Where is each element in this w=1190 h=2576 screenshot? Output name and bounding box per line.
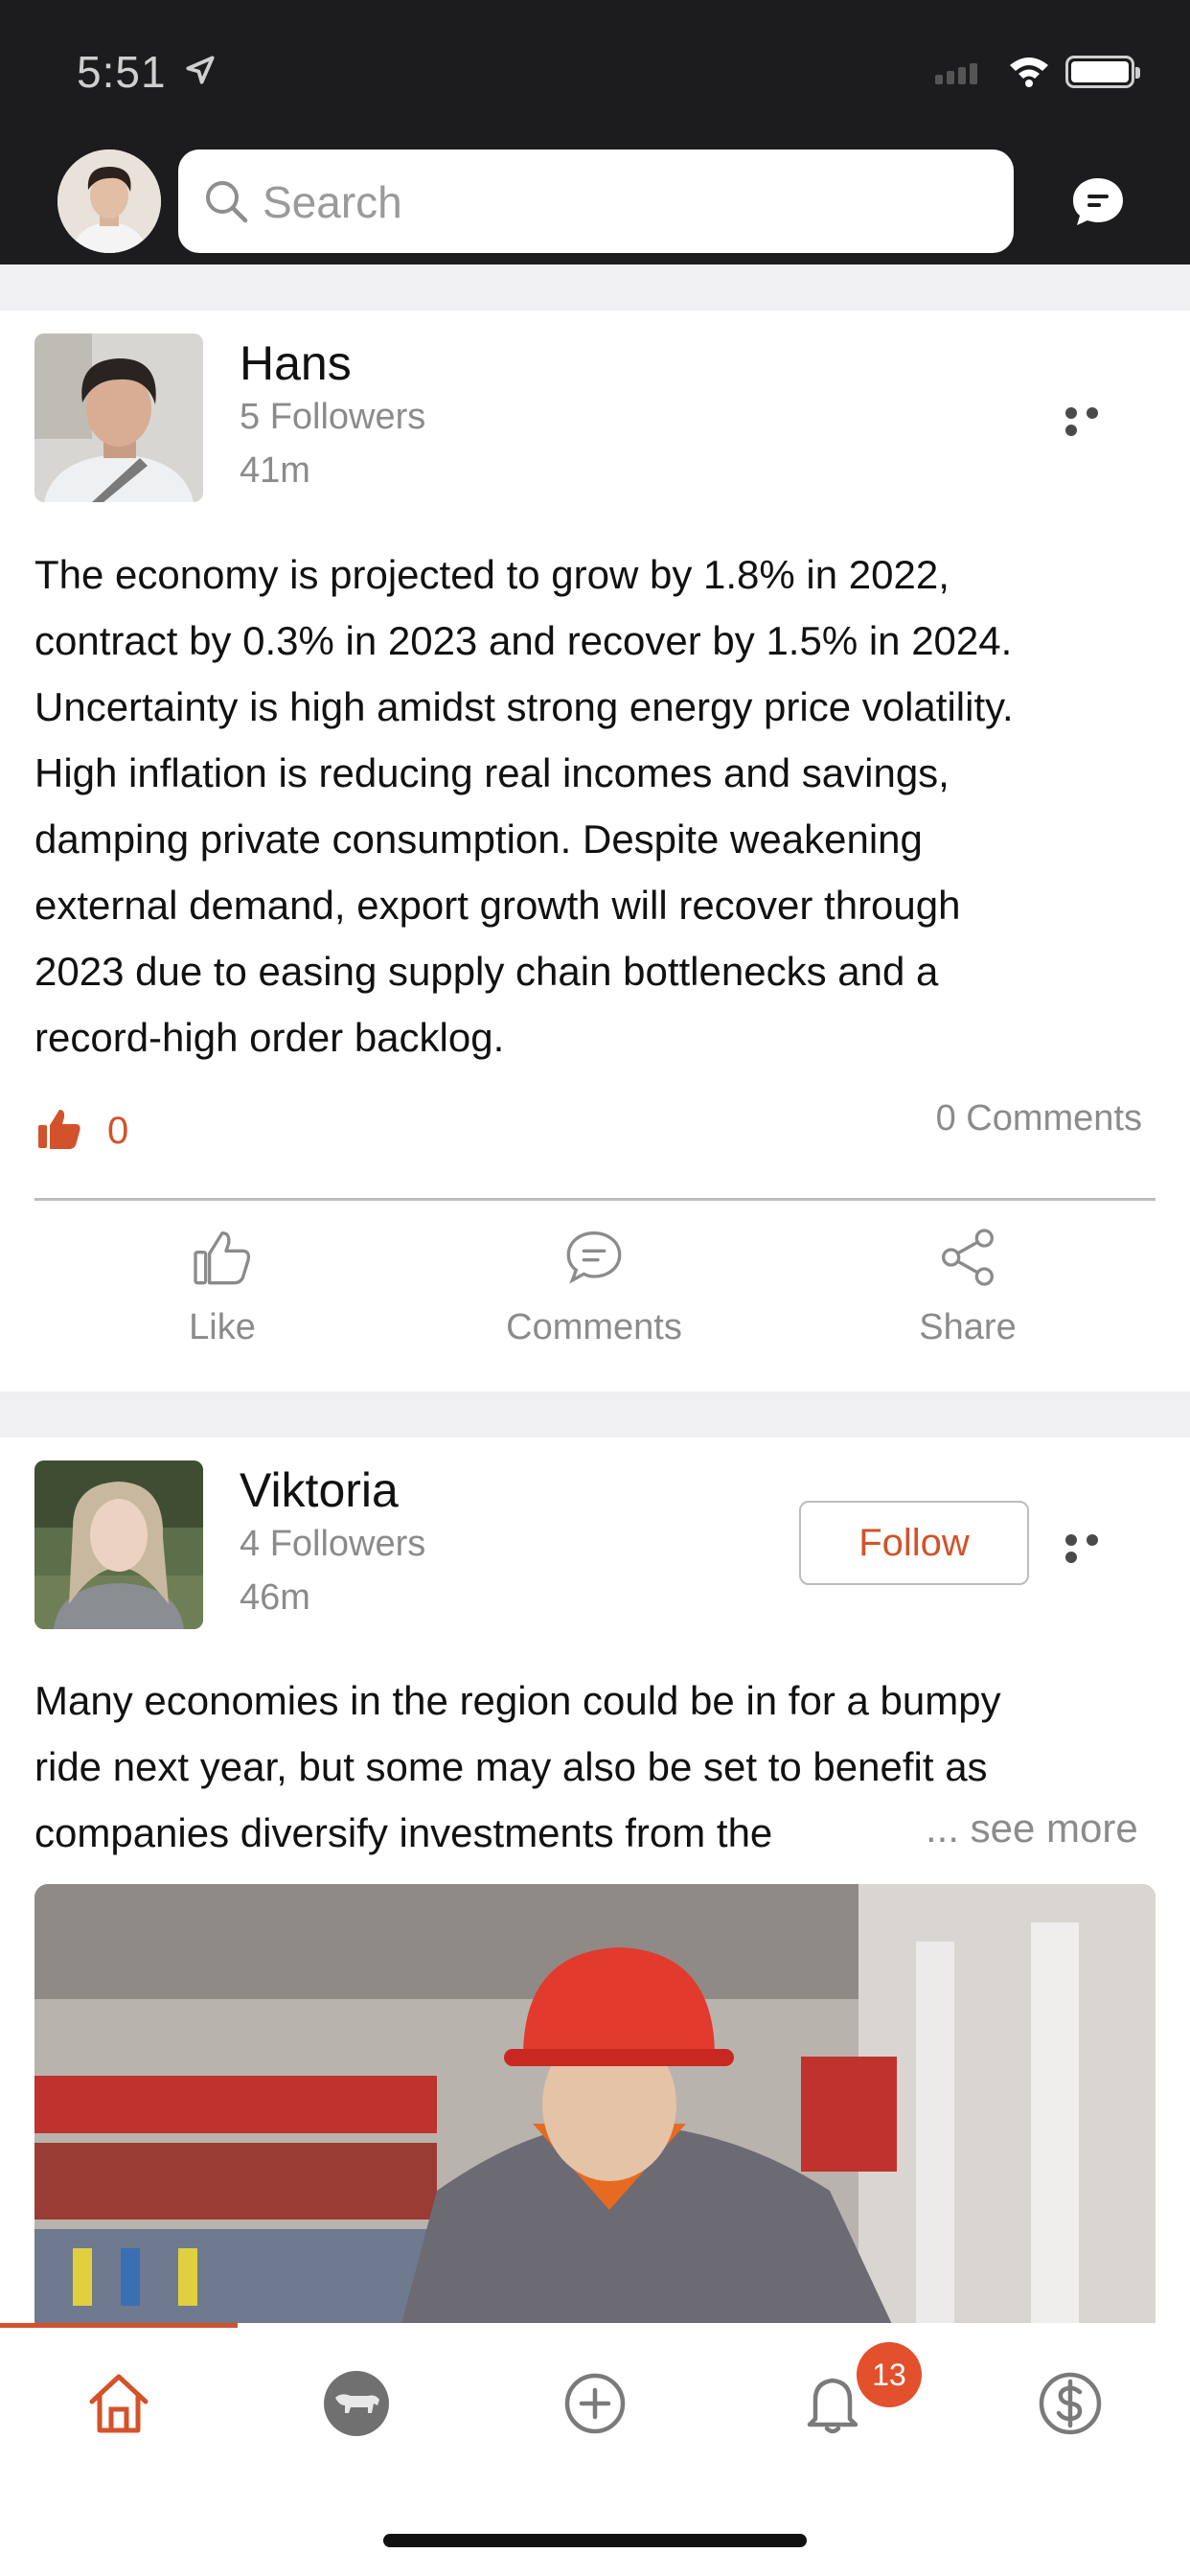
author-avatar[interactable] <box>34 334 203 502</box>
post-line: The economy is projected to grow by 1.8%… <box>34 552 950 597</box>
post-time: 46m <box>240 1577 310 1618</box>
post-time: 41m <box>240 450 310 491</box>
post-line: High inflation is reducing real incomes … <box>34 750 950 795</box>
post-body: The economy is projected to grow by 1.8%… <box>34 541 1161 1070</box>
bull-icon[interactable] <box>322 2369 391 2438</box>
followers-count: 5 Followers <box>240 397 426 437</box>
share-icon <box>942 1229 994 1286</box>
top-header: 5:51 Search <box>0 0 1190 264</box>
like-button[interactable]: Like <box>88 1227 356 1348</box>
post-line: external demand, export growth will reco… <box>34 883 961 928</box>
notification-badge: 13 <box>857 2342 922 2407</box>
like-label: Like <box>189 1307 256 1347</box>
like-count: 0 <box>107 1110 129 1152</box>
feed-separator <box>0 1392 1190 1438</box>
author-name[interactable]: Hans <box>240 335 352 391</box>
followers-count: 4 Followers <box>240 1524 426 1564</box>
search-icon <box>206 181 248 223</box>
status-time: 5:51 <box>77 47 167 97</box>
cellular-signal-icon <box>935 63 981 84</box>
comments-button[interactable]: Comments <box>460 1227 728 1348</box>
post-image[interactable] <box>34 1884 1156 2334</box>
author-avatar[interactable] <box>34 1460 203 1629</box>
search-placeholder: Search <box>263 177 402 227</box>
post-line: Uncertainty is high amidst strong energy… <box>34 684 1014 729</box>
home-indicator <box>383 2534 807 2547</box>
battery-icon <box>1065 56 1140 88</box>
feed-separator <box>0 264 1190 310</box>
post-line: Many economies in the region could be in… <box>34 1678 1001 1723</box>
post-line: damping private consumption. Despite wea… <box>34 816 923 862</box>
thumbs-up-filled-icon <box>38 1110 80 1149</box>
location-arrow-icon <box>186 56 215 84</box>
chat-bubble-icon[interactable] <box>1069 172 1127 230</box>
thumbs-up-icon <box>194 1231 251 1285</box>
share-label: Share <box>919 1307 1017 1347</box>
post-line: 2023 due to easing supply chain bottlene… <box>34 949 939 994</box>
comments-label: Comments <box>506 1307 682 1347</box>
post-line: contract by 0.3% in 2023 and recover by … <box>34 618 1013 663</box>
comments-count[interactable]: 0 Comments <box>936 1098 1142 1139</box>
comment-icon <box>566 1230 622 1284</box>
dollar-icon[interactable] <box>1036 2369 1105 2438</box>
post-divider <box>34 1198 1156 1201</box>
follow-button[interactable]: Follow <box>799 1501 1029 1585</box>
post-line: record-high order backlog. <box>34 1015 505 1060</box>
wifi-icon <box>1010 58 1048 87</box>
add-icon[interactable] <box>561 2369 629 2438</box>
profile-avatar[interactable] <box>57 150 161 253</box>
more-options-icon[interactable] <box>1065 1533 1123 1563</box>
see-more-link[interactable]: ... see more <box>926 1806 1138 1852</box>
post-line: ride next year, but some may also be set… <box>34 1744 988 1789</box>
share-button[interactable]: Share <box>834 1227 1102 1348</box>
home-icon[interactable] <box>84 2369 153 2438</box>
more-options-icon[interactable] <box>1065 406 1123 436</box>
active-tab-indicator <box>0 2323 238 2328</box>
author-name[interactable]: Viktoria <box>240 1462 399 1518</box>
search-input[interactable]: Search <box>178 150 1014 253</box>
